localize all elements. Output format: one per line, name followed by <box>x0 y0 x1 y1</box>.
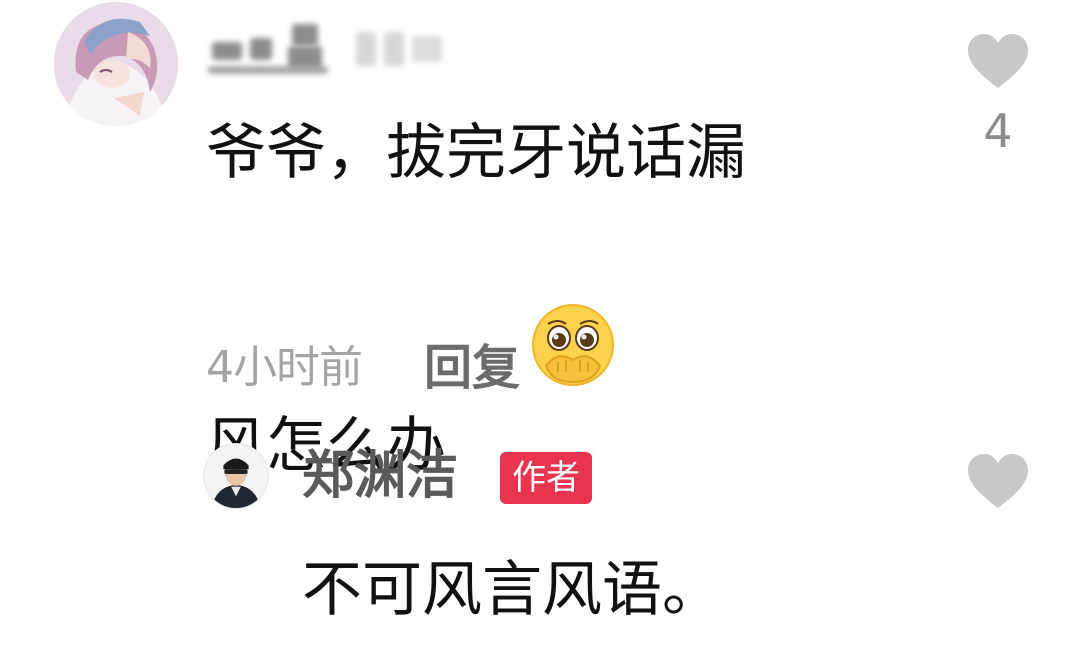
heart-icon[interactable] <box>966 452 1030 510</box>
author-avatar[interactable] <box>203 443 269 509</box>
author-username[interactable]: 郑渊洁 <box>302 440 458 512</box>
comment-text-1: 爷爷，拔完牙说话漏 <box>206 118 746 188</box>
pleading-face-emoji-icon <box>452 214 615 386</box>
reply-button[interactable]: 回复 <box>424 328 520 398</box>
like-count: 4 <box>983 104 1013 158</box>
commenter-username-blurred[interactable] <box>206 20 464 78</box>
comment-meta-row: 4小时前 回复 <box>206 330 520 396</box>
comment-text-line-1: 爷爷，拔完牙说话漏 <box>206 110 746 196</box>
reply-text: 不可风言风语。 <box>302 555 722 625</box>
heart-icon[interactable] <box>966 32 1030 90</box>
author-badge: 作者 <box>500 452 592 504</box>
commenter-avatar[interactable] <box>54 2 178 126</box>
comment-timestamp: 4小时前 <box>206 342 363 393</box>
